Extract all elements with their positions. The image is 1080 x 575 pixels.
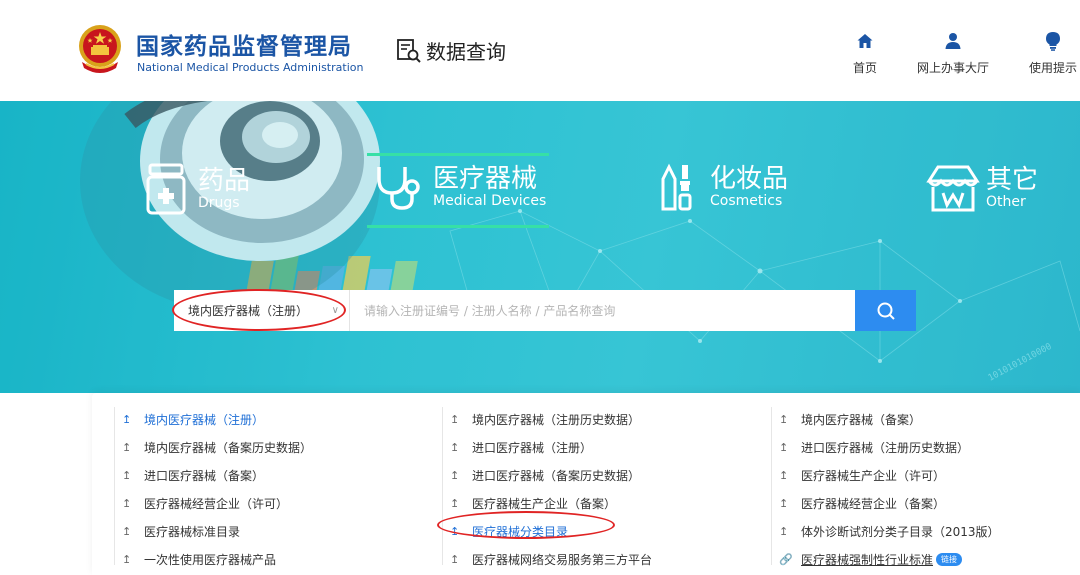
upload-arrow-icon: ↥ <box>779 468 789 482</box>
nav-label: 使用提示 <box>1028 61 1077 75</box>
user-icon <box>945 33 961 49</box>
link-device-classification-catalog[interactable]: ↥ 医疗器械分类目录 <box>450 517 652 545</box>
stethoscope-icon <box>377 167 420 210</box>
search-icon <box>877 302 895 320</box>
upload-arrow-icon: ↥ <box>122 440 132 454</box>
search-scope-select[interactable]: 境内医疗器械（注册） ∨ <box>174 290 350 331</box>
link-domestic-device-registration[interactable]: ↥ 境内医疗器械（注册） <box>122 405 312 433</box>
link-icon: 🔗 <box>779 552 793 566</box>
link-device-standards-catalog[interactable]: ↥ 医疗器械标准目录 <box>122 517 312 545</box>
nav-label: 首页 <box>852 61 877 75</box>
brand-name-en: National Medical Products Administration <box>137 61 364 74</box>
hero-background-illustration: 1010101010000 <box>0 101 1080 393</box>
link-domestic-device-registration-history[interactable]: ↥ 境内医疗器械（注册历史数据） <box>450 405 652 433</box>
link-import-device-registration[interactable]: ↥ 进口医疗器械（注册） <box>450 433 652 461</box>
links-column-2: ↥ 境内医疗器械（注册历史数据） ↥ 进口医疗器械（注册） ↥ 进口医疗器械（备案历史… <box>441 405 652 573</box>
category-label-cn: 化妆品 <box>710 164 789 194</box>
upload-arrow-icon: ↥ <box>779 496 789 510</box>
link-domestic-device-filing[interactable]: ↥ 境内医疗器械（备案） <box>779 405 1000 433</box>
data-search-icon <box>397 38 421 63</box>
link-device-distributor-filing[interactable]: ↥ 医疗器械经营企业（备案） <box>779 489 1000 517</box>
link-device-manufacturer-license[interactable]: ↥ 医疗器械生产企业（许可） <box>779 461 1000 489</box>
category-label-cn: 医疗器械 <box>433 164 538 194</box>
upload-arrow-icon: ↥ <box>450 440 460 454</box>
links-column-3: ↥ 境内医疗器械（备案） ↥ 进口医疗器械（注册历史数据） ↥ 医疗器械生产企业（许可… <box>771 405 1000 573</box>
home-icon <box>857 34 873 48</box>
upload-arrow-icon: ↥ <box>122 496 132 510</box>
nav-home[interactable]: 首页 <box>820 31 910 76</box>
link-device-manufacturer-filing[interactable]: ↥ 医疗器械生产企业（备案） <box>450 489 652 517</box>
select-value: 境内医疗器械（注册） <box>188 304 309 318</box>
upload-arrow-icon: ↥ <box>450 496 460 510</box>
search-bar: 境内医疗器械（注册） ∨ <box>174 290 916 331</box>
upload-arrow-icon: ↥ <box>779 524 789 538</box>
upload-arrow-icon: ↥ <box>122 468 132 482</box>
category-other[interactable]: 其它 Other <box>926 163 1038 213</box>
links-column-1: ↥ 境内医疗器械（注册） ↥ 境内医疗器械（备案历史数据） ↥ 进口医疗器械（备案） … <box>113 405 312 573</box>
emblem-logo <box>79 25 121 73</box>
link-mandatory-industry-standards[interactable]: 🔗 医疗器械强制性行业标准 链接 <box>779 545 1000 573</box>
search-input[interactable] <box>350 290 855 331</box>
hero-banner: 1010101010000 药品 Drugs 医疗器械 Medical Devi… <box>0 101 1080 393</box>
upload-arrow-icon: ↥ <box>122 524 132 538</box>
link-import-device-filing[interactable]: ↥ 进口医疗器械（备案） <box>122 461 312 489</box>
nav-label: 网上办事大厅 <box>916 61 989 75</box>
link-import-device-filing-history[interactable]: ↥ 进口医疗器械（备案历史数据） <box>450 461 652 489</box>
chevron-down-icon: ∨ <box>331 305 339 316</box>
active-tab-indicator-bottom <box>367 225 549 228</box>
category-label-cn: 其它 <box>986 165 1039 195</box>
category-medical-devices[interactable]: 医疗器械 Medical Devices <box>375 163 546 211</box>
store-icon <box>926 165 980 212</box>
upload-arrow-icon: ↥ <box>450 524 460 538</box>
link-domestic-device-filing-history[interactable]: ↥ 境内医疗器械（备案历史数据） <box>122 433 312 461</box>
external-link-badge: 链接 <box>936 552 963 566</box>
category-drugs[interactable]: 药品 Drugs <box>146 163 250 215</box>
category-label-en: Drugs <box>198 195 240 211</box>
upload-arrow-icon: ↥ <box>450 552 460 566</box>
pill-bottle-icon <box>146 163 186 215</box>
link-device-distributor-license[interactable]: ↥ 医疗器械经营企业（许可） <box>122 489 312 517</box>
upload-arrow-icon: ↥ <box>122 552 132 566</box>
category-label-en: Other <box>986 194 1026 210</box>
link-device-online-trading-platform[interactable]: ↥ 医疗器械网络交易服务第三方平台 <box>450 545 652 573</box>
active-tab-indicator-top <box>367 153 549 156</box>
upload-arrow-icon: ↥ <box>450 412 460 426</box>
page-title: 数据查询 <box>396 36 506 65</box>
lightbulb-icon <box>1046 32 1060 51</box>
upload-arrow-icon: ↥ <box>779 440 789 454</box>
upload-arrow-icon: ↥ <box>450 468 460 482</box>
category-label-en: Cosmetics <box>710 193 783 209</box>
upload-arrow-icon: ↥ <box>779 412 789 426</box>
search-button[interactable] <box>855 290 916 331</box>
nav-online-hall[interactable]: 网上办事大厅 <box>908 31 998 76</box>
upload-arrow-icon: ↥ <box>122 412 132 426</box>
page-title-text: 数据查询 <box>426 40 506 64</box>
nav-tips[interactable]: 使用提示 <box>1008 31 1080 76</box>
link-single-use-devices[interactable]: ↥ 一次性使用医疗器械产品 <box>122 545 312 573</box>
link-import-device-registration-history[interactable]: ↥ 进口医疗器械（注册历史数据） <box>779 433 1000 461</box>
brand-name-cn: 国家药品监督管理局 <box>136 34 352 60</box>
database-links-panel: ↥ 境内医疗器械（注册） ↥ 境内医疗器械（备案历史数据） ↥ 进口医疗器械（备案） … <box>92 393 1080 575</box>
header: 国家药品监督管理局 National Medical Products Admi… <box>0 0 1080 101</box>
cosmetics-icon <box>661 163 692 211</box>
category-label-en: Medical Devices <box>433 193 547 209</box>
category-cosmetics[interactable]: 化妆品 Cosmetics <box>660 163 788 211</box>
link-ivd-reagent-classification[interactable]: ↥ 体外诊断试剂分类子目录（2013版） <box>779 517 1000 545</box>
category-label-cn: 药品 <box>198 166 251 196</box>
